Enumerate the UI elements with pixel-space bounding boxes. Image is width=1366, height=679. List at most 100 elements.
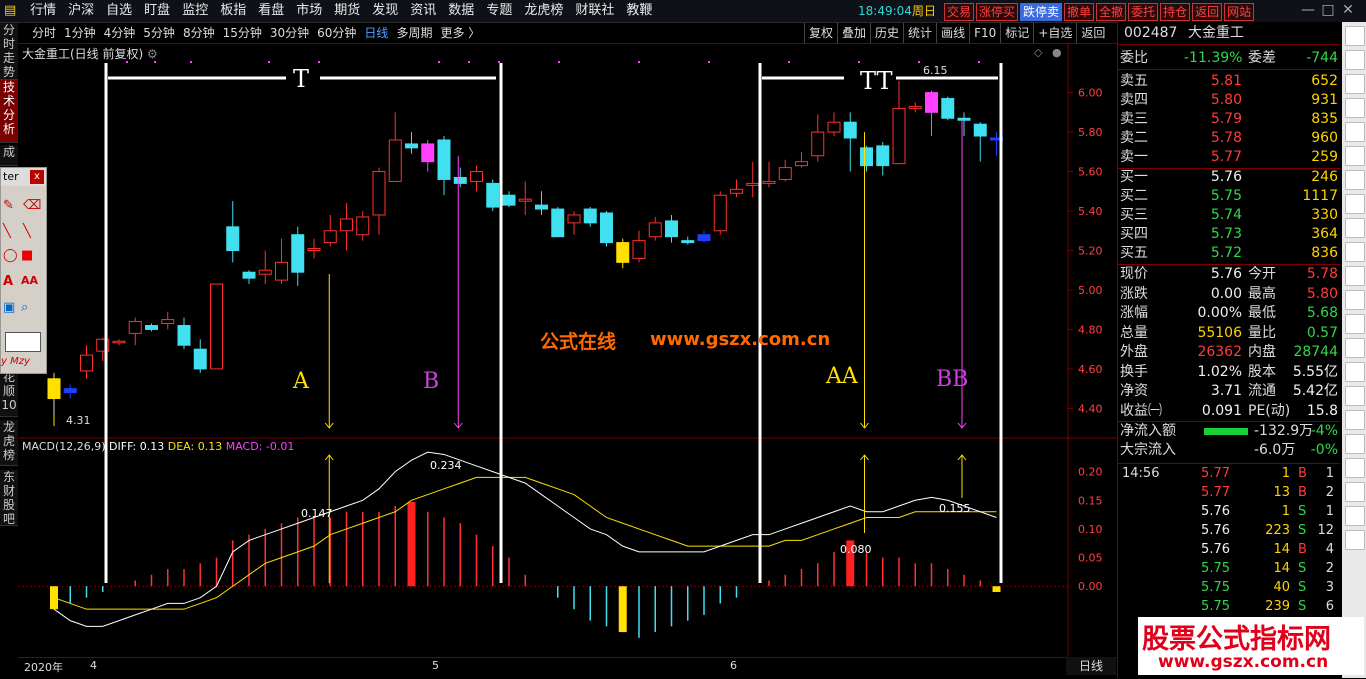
list-icon[interactable] [1345, 50, 1365, 70]
left-tab[interactable]: 东财股吧 [0, 470, 18, 526]
tool-button[interactable]: +自选 [1033, 23, 1076, 43]
menu-item[interactable]: 盯盘 [138, 0, 176, 22]
rsi-icon[interactable] [1345, 338, 1365, 358]
sell-level-row[interactable]: 卖二 5.78 960 [1118, 129, 1340, 148]
news-icon[interactable] [1345, 482, 1365, 502]
maximize-icon[interactable]: □ [1318, 2, 1338, 18]
period-tab[interactable]: 15分钟 [219, 23, 266, 43]
period-tab[interactable]: 更多 〉 [436, 23, 484, 43]
tool-button[interactable]: 统计 [903, 23, 936, 43]
period-tag[interactable]: 日线 [1066, 657, 1116, 675]
period-tab[interactable]: 1分钟 [60, 23, 100, 43]
tool-button[interactable]: 叠加 [837, 23, 870, 43]
diamond-icon[interactable]: ◇ [1034, 46, 1043, 59]
color-picker[interactable] [5, 332, 41, 352]
pie-icon[interactable] [1345, 506, 1365, 526]
left-tab[interactable]: 10 [0, 398, 18, 417]
tool-button[interactable]: 返回 [1076, 23, 1109, 43]
flow-icon[interactable] [1345, 266, 1365, 286]
menu-item[interactable]: 数据 [442, 0, 480, 22]
period-tab[interactable]: 4分钟 [100, 23, 140, 43]
trade-button[interactable]: 跌停卖 [1020, 3, 1063, 21]
trade-button[interactable]: 全撤 [1096, 3, 1127, 21]
line-tool-icon[interactable]: ╲ [3, 224, 11, 239]
minimize-icon[interactable]: — [1298, 2, 1318, 18]
menu-item[interactable]: 看盘 [252, 0, 290, 22]
kline-icon[interactable] [1345, 98, 1365, 118]
period-tab[interactable]: 5分钟 [139, 23, 179, 43]
buy-level-row[interactable]: 买一 5.76 246 [1118, 168, 1340, 187]
trade-button[interactable]: 持仓 [1160, 3, 1191, 21]
trade-button[interactable]: 委托 [1128, 3, 1159, 21]
hist-icon[interactable] [1345, 194, 1365, 214]
info-icon[interactable] [1345, 362, 1365, 382]
period-tab[interactable]: 30分钟 [266, 23, 313, 43]
trade-button[interactable]: 撤单 [1064, 3, 1095, 21]
left-tab[interactable]: 龙虎榜 [0, 420, 18, 466]
tool-button[interactable]: F10 [969, 23, 1000, 43]
menu-item[interactable]: 期货 [328, 0, 366, 22]
menu-item[interactable]: 专题 [480, 0, 518, 22]
palette-close-icon[interactable]: x [30, 170, 44, 184]
trade-button[interactable]: 返回 [1192, 3, 1223, 21]
sell-level-row[interactable]: 卖四 5.80 931 [1118, 91, 1340, 110]
pencil-icon[interactable]: ✎ [3, 198, 14, 213]
menu-item[interactable]: 自选 [100, 0, 138, 22]
tool-button[interactable]: 复权 [804, 23, 837, 43]
period-tab[interactable]: 8分钟 [179, 23, 219, 43]
sell-level-row[interactable]: 卖三 5.79 835 [1118, 110, 1340, 129]
trade-button[interactable]: 涨停买 [976, 3, 1019, 21]
app-menu-icon[interactable]: ▤ [0, 0, 20, 22]
period-tab[interactable]: 日线 [360, 23, 392, 43]
period-tab[interactable]: 60分钟 [313, 23, 360, 43]
eraser-icon[interactable]: ⌫ [23, 198, 41, 213]
line-icon[interactable] [1345, 122, 1365, 142]
bar-icon[interactable] [1345, 146, 1365, 166]
f10-icon[interactable] [1345, 218, 1365, 238]
sell-level-row[interactable]: 卖五 5.81 652 [1118, 72, 1340, 91]
grid-icon[interactable] [1345, 74, 1365, 94]
menu-item[interactable]: 财联社 [569, 0, 620, 22]
left-tab[interactable]: 技术分析 [0, 80, 18, 143]
sell-level-row[interactable]: 卖一 5.77 259 [1118, 148, 1340, 167]
buy-level-row[interactable]: 买三 5.74 330 [1118, 206, 1340, 225]
close-icon[interactable]: ✕ [1338, 2, 1358, 18]
zoom-tool-icon[interactable]: ⌕ [21, 300, 28, 315]
palette-header[interactable]: ter x [1, 168, 46, 186]
period-tab[interactable]: 分时 [28, 23, 60, 43]
arrow-icon[interactable] [1345, 386, 1365, 406]
menu-item[interactable]: 沪深 [62, 0, 100, 22]
menu-item[interactable]: 资讯 [404, 0, 442, 22]
menu-item[interactable]: 监控 [176, 0, 214, 22]
ray-tool-icon[interactable]: ╲ [23, 224, 31, 239]
period-tab[interactable]: 多周期 [392, 23, 436, 43]
menu-item[interactable]: 发现 [366, 0, 404, 22]
trade-button[interactable]: 网站 [1224, 3, 1255, 21]
buy-level-row[interactable]: 买二 5.75 1117 [1118, 187, 1340, 206]
ellipse-tool-icon[interactable]: ◯ [3, 248, 18, 263]
trade-button[interactable]: 交易 [944, 3, 975, 21]
left-tab[interactable]: 成 [0, 145, 18, 166]
dot-icon[interactable]: ● [1052, 46, 1062, 59]
left-tab[interactable]: 花顺 [0, 370, 18, 399]
tool-button[interactable]: 历史 [870, 23, 903, 43]
menu-item[interactable]: 龙虎榜 [518, 0, 569, 22]
left-tab[interactable]: 分时走势 [0, 23, 18, 80]
more-icon[interactable] [1345, 530, 1365, 550]
layout-icon[interactable] [1345, 26, 1365, 46]
text-tool-icon[interactable]: A [3, 274, 13, 289]
minus-icon[interactable] [1345, 314, 1365, 334]
chart-icon[interactable] [1345, 170, 1365, 190]
rect-tool-icon[interactable]: ■ [21, 248, 33, 263]
buy-level-row[interactable]: 买四 5.73 364 [1118, 225, 1340, 244]
menu-item[interactable]: 行情 [24, 0, 62, 22]
vol-icon[interactable] [1345, 434, 1365, 454]
menu-item[interactable]: 教鞭 [620, 0, 658, 22]
up-icon[interactable] [1345, 410, 1365, 430]
menu-item[interactable]: 市场 [290, 0, 328, 22]
level-icon[interactable] [1345, 290, 1365, 310]
tool-button[interactable]: 画线 [936, 23, 969, 43]
menu-item[interactable]: 板指 [214, 0, 252, 22]
kd-icon[interactable] [1345, 458, 1365, 478]
fz-icon[interactable] [1345, 242, 1365, 262]
